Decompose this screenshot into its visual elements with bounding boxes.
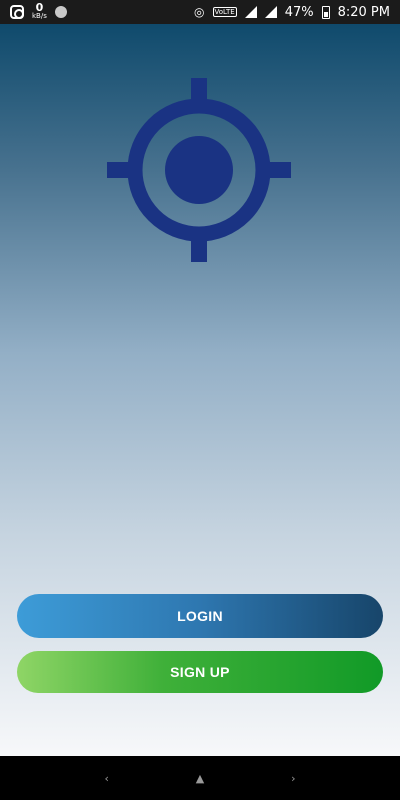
network-speed-unit: kB/s bbox=[32, 12, 47, 20]
status-bar-right: ◎ VoLTE 47% 8:20 PM bbox=[194, 5, 390, 20]
signup-button[interactable]: SIGN UP bbox=[17, 651, 383, 693]
battery-percent: 47% bbox=[284, 4, 314, 20]
signal-icon-2 bbox=[264, 6, 277, 18]
hotspot-icon: ◎ bbox=[194, 5, 205, 19]
volte-icon: VoLTE bbox=[212, 7, 237, 17]
recents-icon[interactable]: › bbox=[273, 772, 313, 785]
navigation-bar: ‹ ▲ › bbox=[0, 756, 400, 800]
instagram-icon bbox=[10, 5, 24, 19]
status-bar: 0 kB/s ◎ VoLTE 47% 8:20 PM bbox=[0, 0, 400, 24]
battery-icon bbox=[321, 5, 330, 19]
home-icon[interactable]: ▲ bbox=[180, 772, 220, 785]
status-bar-left: 0 kB/s bbox=[10, 1, 67, 21]
notification-dot-icon bbox=[54, 6, 67, 18]
network-speed-value: 0 bbox=[35, 1, 44, 14]
signal-icon bbox=[244, 6, 257, 18]
login-button[interactable]: LOGIN bbox=[17, 594, 383, 638]
location-target-icon bbox=[107, 78, 291, 262]
clock: 8:20 PM bbox=[337, 4, 390, 20]
network-speed: 0 kB/s bbox=[32, 1, 47, 21]
back-icon[interactable]: ‹ bbox=[87, 772, 127, 785]
welcome-screen: LOGIN SIGN UP bbox=[0, 24, 400, 756]
